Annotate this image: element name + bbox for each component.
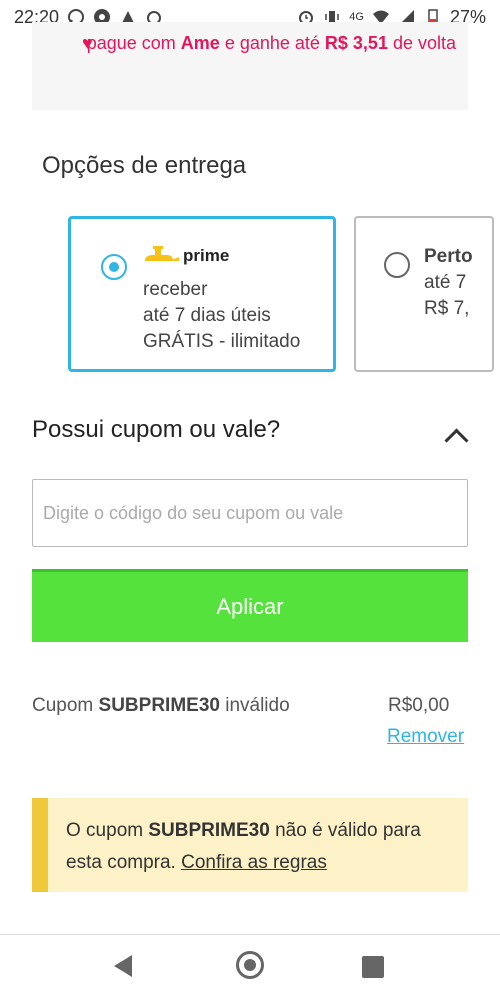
coupon-status-suffix: inválido [219, 695, 290, 716]
coupon-discount-value: R$0,00 [388, 695, 450, 716]
alert-code: SUBPRIME30 [148, 820, 270, 841]
promo-suffix: de volta [387, 33, 456, 53]
prime-line: GRÁTIS - ilimitado [143, 331, 301, 352]
coupon-status-prefix: Cupom [32, 695, 99, 716]
coupon-input[interactable] [32, 479, 468, 547]
other-line: até 7 [424, 272, 467, 293]
alert-prefix: O cupom [66, 820, 149, 841]
other-option-details: Perto até 7 R$ 7, [424, 244, 473, 322]
home-icon[interactable] [236, 951, 264, 979]
recents-icon[interactable] [362, 956, 384, 978]
prime-line: até 7 dias úteis [143, 305, 271, 326]
navigation-bar [0, 934, 500, 1001]
back-icon[interactable] [114, 955, 132, 977]
coupon-alert: O cupom SUBPRIME30 não é válido para est… [32, 798, 468, 892]
heart-icon: ♥ [82, 33, 93, 53]
delivery-option-prime[interactable]: prime receber até 7 dias úteis GRÁTIS - … [68, 216, 336, 372]
other-line: R$ 7, [424, 298, 470, 319]
coupon-status: Cupom SUBPRIME30 inválido [32, 695, 290, 717]
prime-line: receber [143, 279, 208, 300]
delivery-title: Opções de entrega [42, 152, 247, 179]
prime-logo-text: prime [183, 246, 229, 265]
delivery-option-other[interactable]: Perto até 7 R$ 7, [354, 216, 494, 372]
remove-coupon-link[interactable]: Remover [387, 726, 464, 748]
chevron-up-icon[interactable] [444, 428, 469, 453]
promo-amount: R$ 3,51 [324, 33, 388, 53]
other-option-title: Perto [424, 246, 473, 267]
promo-middle: e ganhe até [219, 33, 325, 53]
coupon-title: Possui cupom ou vale? [32, 416, 281, 443]
prime-logo: prime [145, 246, 229, 265]
promo-prefix: pague com [86, 33, 181, 53]
ame-promo-card: ♥ pague com Ame e ganhe até R$ 3,51 de v… [32, 22, 468, 110]
apply-button[interactable]: Aplicar [32, 569, 468, 642]
radio-selected-icon[interactable] [101, 254, 127, 280]
rules-link[interactable]: Confira as regras [181, 852, 327, 873]
prime-option-details: receber até 7 dias úteis GRÁTIS - ilimit… [143, 277, 300, 355]
coupon-code: SUBPRIME30 [98, 695, 220, 716]
promo-brand: Ame [180, 33, 220, 53]
radio-unselected-icon[interactable] [384, 252, 410, 278]
